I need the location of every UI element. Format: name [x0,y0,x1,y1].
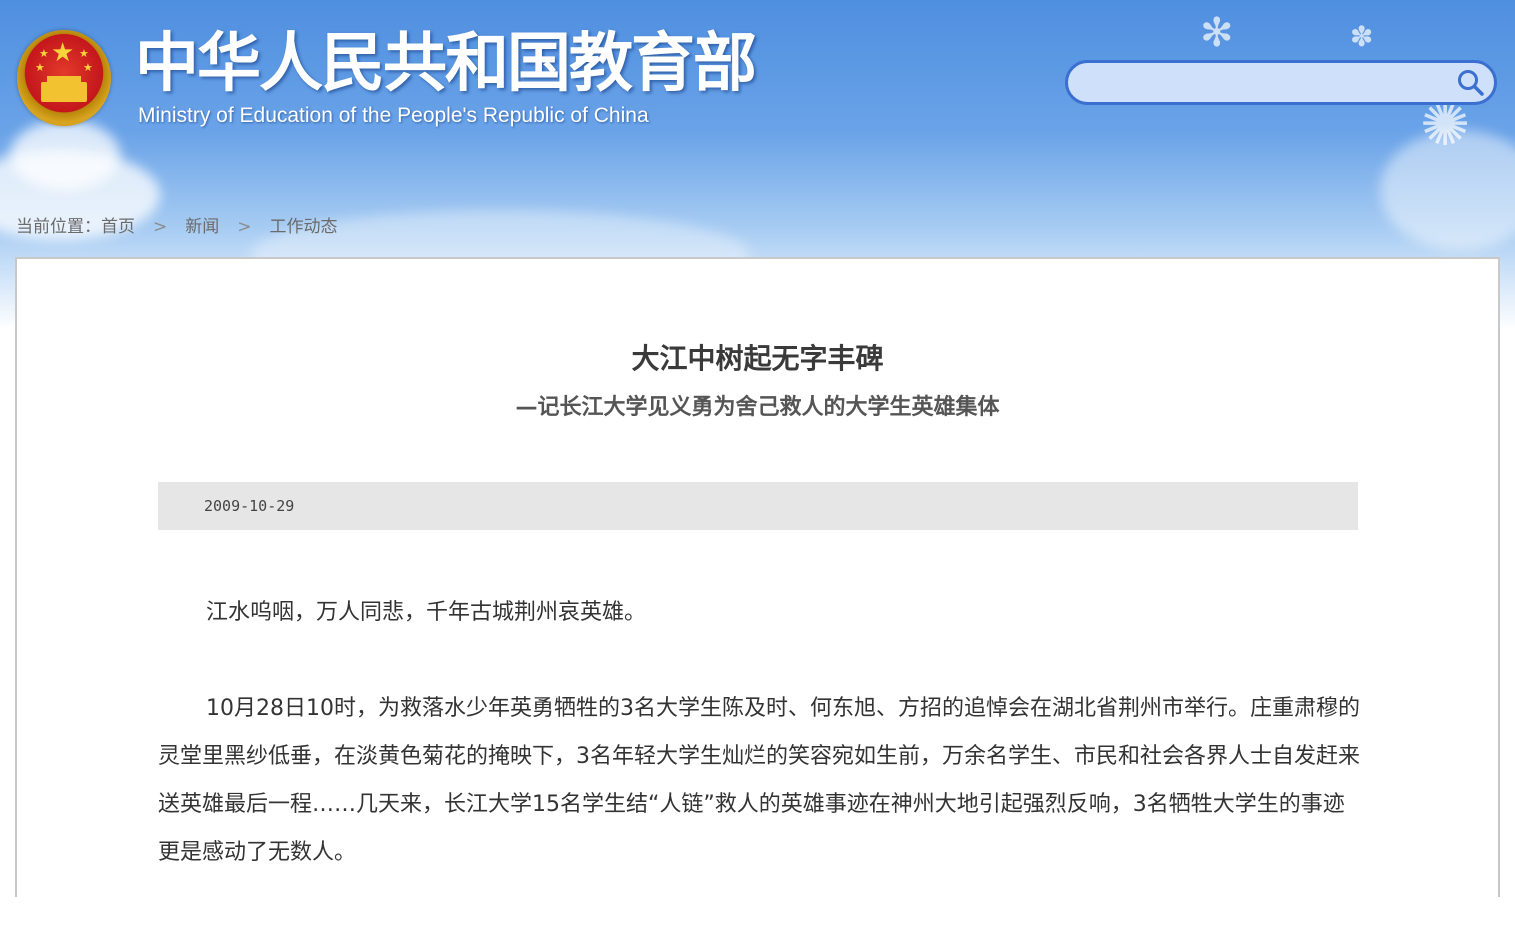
breadcrumb: 当前位置：首页 > 新闻 > 工作动态 [16,215,338,239]
search-icon[interactable] [1456,68,1486,98]
site-title-english[interactable]: Ministry of Education of the People's Re… [138,103,649,129]
breadcrumb-link-home[interactable]: 首页 [101,217,135,237]
article-body: 江水呜咽，万人同悲，千年古城荆州哀英雄。 10月28日10时，为救落水少年英勇牺… [158,589,1363,925]
article-paragraph: 10月28日10时，为救落水少年英勇牺牲的3名大学生陈及时、何东旭、方招的追悼会… [158,696,1361,865]
breadcrumb-link-news[interactable]: 新闻 [185,217,219,237]
chevron-right-icon: > [153,217,168,237]
article-meta-bar: 2009-10-29 [158,482,1358,530]
breadcrumb-link-work-updates[interactable]: 工作动态 [270,217,338,237]
site-title-chinese[interactable]: 中华人民共和国教育部 [135,28,757,100]
article-title: 大江中树起无字丰碑 [631,342,884,375]
article-paragraph: 江水呜咽，万人同悲，千年古城荆州哀英雄。 [206,600,647,625]
article-subtitle: —记长江大学见义勇为舍己救人的大学生英雄集体 [515,395,1000,420]
article-date: 2009-10-29 [204,497,295,515]
dandelion-decoration: ✽ [1350,20,1374,53]
search-box[interactable] [1065,60,1497,105]
search-input[interactable] [1086,69,1450,99]
article-panel: 大江中树起无字丰碑 —记长江大学见义勇为舍己救人的大学生英雄集体 2009-10… [15,257,1500,897]
chevron-right-icon: > [237,217,252,237]
breadcrumb-prefix: 当前位置： [16,217,101,237]
national-emblem-icon[interactable]: ★ ★ ★ ★ ★ [17,30,111,126]
dandelion-decoration: ✻ [1200,10,1234,56]
